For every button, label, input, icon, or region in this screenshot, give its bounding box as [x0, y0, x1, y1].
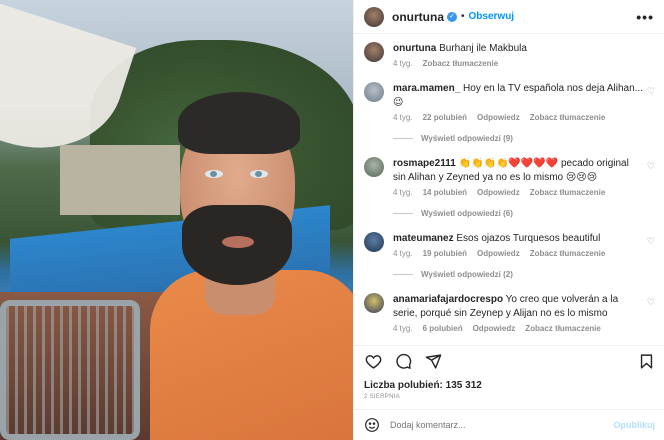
- heart-icon[interactable]: ♡: [647, 297, 655, 308]
- header-username[interactable]: onurtuna: [392, 10, 444, 24]
- view-replies-label: Wyświetl odpowiedzi (9): [421, 134, 513, 143]
- follow-button[interactable]: Obserwuj: [469, 11, 515, 22]
- caption-translate-link[interactable]: Zobacz tłumaczenie: [423, 59, 499, 68]
- comment-likes[interactable]: 14 polubień: [423, 188, 467, 197]
- view-replies-button[interactable]: Wyświetl odpowiedzi (9): [393, 134, 643, 143]
- heart-icon[interactable]: ♡: [647, 161, 655, 172]
- comment-item: mara.mamen_ Hoy en la TV española nos de…: [364, 82, 655, 143]
- post-date: 2 SIERPNIA: [364, 394, 401, 400]
- avatar[interactable]: [364, 82, 384, 102]
- photo-hair: [178, 92, 300, 154]
- photo-chair: [0, 300, 140, 440]
- comment-item: rosmape2111 👏👏👏👏❤️❤️❤️❤️ pecado original…: [364, 157, 655, 218]
- comment-age: 4 tyg.: [393, 324, 413, 333]
- view-replies-label: Wyświetl odpowiedzi (2): [421, 270, 513, 279]
- heart-icon[interactable]: [364, 353, 382, 371]
- view-replies-button[interactable]: Wyświetl odpowiedzi (6): [393, 209, 643, 218]
- reply-button[interactable]: Odpowiedz: [473, 324, 516, 333]
- comment-likes[interactable]: 22 polubień: [423, 113, 467, 122]
- avatar[interactable]: [364, 6, 384, 27]
- reply-button[interactable]: Odpowiedz: [477, 249, 520, 258]
- avatar[interactable]: [364, 293, 384, 313]
- share-icon[interactable]: [424, 353, 442, 371]
- heart-icon[interactable]: ♡: [647, 86, 655, 97]
- comment-username[interactable]: rosmape2111: [393, 158, 456, 169]
- translate-link[interactable]: Zobacz tłumaczenie: [525, 324, 601, 333]
- comment-likes[interactable]: 19 polubień: [423, 249, 467, 258]
- separator-dot: •: [461, 11, 465, 22]
- avatar[interactable]: [364, 232, 384, 252]
- likes-count[interactable]: Liczba polubień: 135 312: [364, 380, 482, 391]
- comment-age: 4 tyg.: [393, 188, 413, 197]
- photo-mouth: [222, 236, 254, 248]
- replies-line: [393, 274, 413, 275]
- translate-link[interactable]: Zobacz tłumaczenie: [530, 249, 606, 258]
- caption-username[interactable]: onurtuna: [393, 43, 436, 54]
- comment-username[interactable]: mara.mamen_: [393, 83, 460, 94]
- photo-wall: [60, 145, 180, 215]
- comment-input[interactable]: [390, 420, 614, 430]
- post-photo[interactable]: [0, 0, 353, 440]
- emoji-icon[interactable]: [364, 417, 380, 433]
- more-options-icon[interactable]: •••: [636, 9, 654, 25]
- comments-list[interactable]: onurtuna Burhanj ile Makbula 4 tyg. Zoba…: [354, 34, 664, 345]
- post-header: onurtuna ✓ • Obserwuj •••: [354, 0, 664, 34]
- verified-icon: ✓: [447, 11, 457, 22]
- add-comment-bar: Opublikuj: [354, 409, 664, 440]
- caption-text: Burhanj ile Makbula: [439, 43, 527, 54]
- replies-line: [393, 213, 413, 214]
- replies-line: [393, 138, 413, 139]
- view-replies-button[interactable]: Wyświetl odpowiedzi (2): [393, 270, 643, 279]
- heart-icon[interactable]: ♡: [647, 236, 655, 247]
- translate-link[interactable]: Zobacz tłumaczenie: [530, 113, 606, 122]
- reply-button[interactable]: Odpowiedz: [477, 188, 520, 197]
- comment-age: 4 tyg.: [393, 113, 413, 122]
- action-bar: [354, 345, 664, 377]
- photo-left-eye: [205, 170, 223, 178]
- post-panel: onurtuna ✓ • Obserwuj ••• onurtuna Burha…: [353, 0, 664, 440]
- comment-age: 4 tyg.: [393, 249, 413, 258]
- view-replies-label: Wyświetl odpowiedzi (6): [421, 209, 513, 218]
- comment-likes[interactable]: 6 polubień: [423, 324, 463, 333]
- post-caption: onurtuna Burhanj ile Makbula 4 tyg. Zoba…: [364, 42, 655, 68]
- comment-item: anamariafajardocrespo Yo creo que volver…: [364, 293, 655, 333]
- bookmark-icon[interactable]: [637, 353, 655, 371]
- caption-age: 4 tyg.: [393, 59, 413, 68]
- avatar[interactable]: [364, 157, 384, 177]
- photo-right-eye: [250, 170, 268, 178]
- publish-button[interactable]: Opublikuj: [614, 420, 656, 430]
- comment-item: mateumanez Esos ojazos Turquesos beautif…: [364, 232, 655, 279]
- avatar[interactable]: [364, 42, 384, 62]
- reply-button[interactable]: Odpowiedz: [477, 113, 520, 122]
- translate-link[interactable]: Zobacz tłumaczenie: [530, 188, 606, 197]
- comment-icon[interactable]: [394, 353, 412, 371]
- comment-username[interactable]: mateumanez: [393, 233, 454, 244]
- comment-username[interactable]: anamariafajardocrespo: [393, 294, 503, 305]
- comment-text: Esos ojazos Turquesos beautiful: [456, 233, 601, 244]
